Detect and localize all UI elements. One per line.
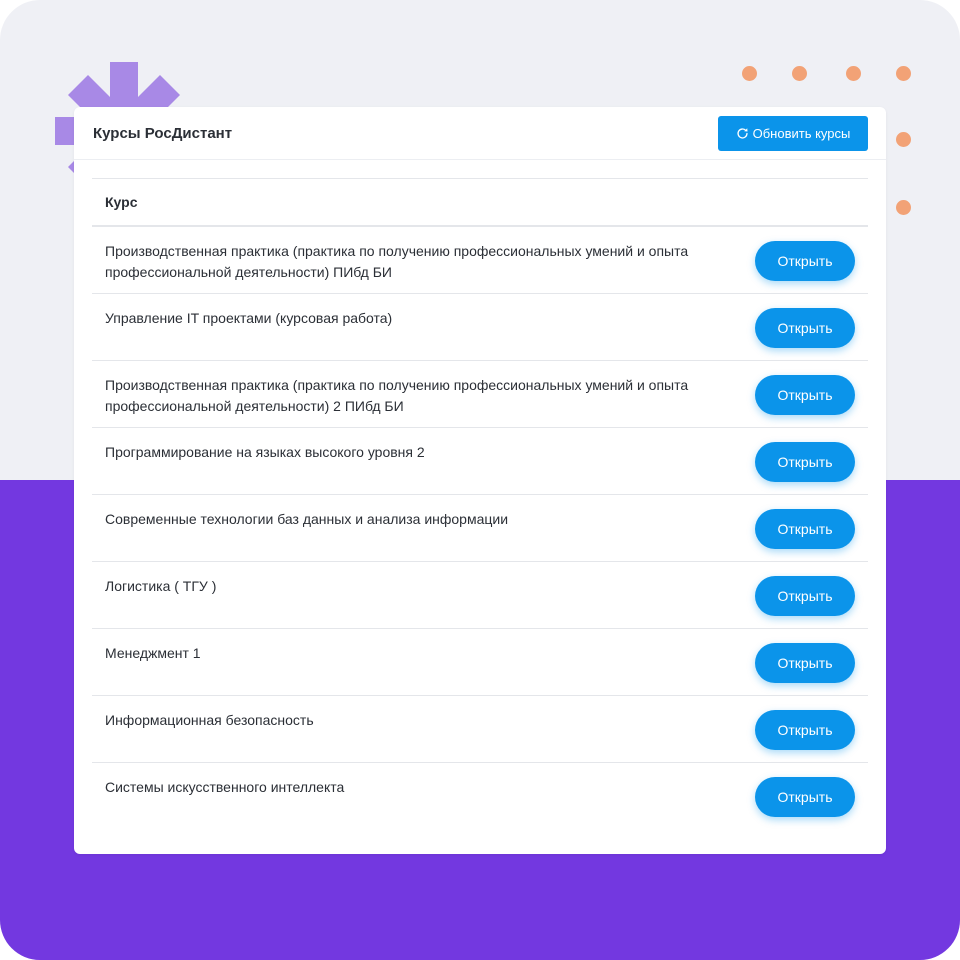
decorative-dot — [896, 132, 911, 147]
table-row: Системы искусственного интеллекта Открыть — [92, 763, 868, 830]
courses-table: Курс Производственная практика (практика… — [92, 178, 868, 830]
page-background: Курсы РосДистант Обновить курсы Курс Про… — [0, 0, 960, 960]
courses-card: Курсы РосДистант Обновить курсы Курс Про… — [74, 107, 886, 854]
open-course-button[interactable]: Открыть — [755, 241, 855, 281]
open-course-button[interactable]: Открыть — [755, 710, 855, 750]
course-name: Менеджмент 1 — [105, 645, 201, 661]
refresh-icon — [737, 127, 748, 139]
course-name: Современные технологии баз данных и анал… — [105, 511, 509, 527]
card-header: Курсы РосДистант Обновить курсы — [74, 107, 886, 160]
open-course-button[interactable]: Открыть — [755, 509, 855, 549]
course-name: Системы искусственного интеллекта — [105, 779, 345, 795]
column-header-course: Курс — [92, 179, 868, 227]
decorative-dot — [896, 200, 911, 215]
table-row: Производственная практика (практика по п… — [92, 361, 868, 428]
decorative-dot — [792, 66, 807, 81]
course-name: Программирование на языках высокого уров… — [105, 444, 425, 460]
open-course-button[interactable]: Открыть — [755, 643, 855, 683]
refresh-courses-label: Обновить курсы — [752, 125, 851, 141]
table-row: Менеджмент 1 Открыть — [92, 629, 868, 696]
open-course-button[interactable]: Открыть — [755, 442, 855, 482]
courses-table-body: Производственная практика (практика по п… — [92, 227, 868, 830]
table-row: Программирование на языках высокого уров… — [92, 428, 868, 495]
course-name: Производственная практика (практика по п… — [105, 377, 689, 414]
open-course-button[interactable]: Открыть — [755, 576, 855, 616]
course-name: Логистика ( ТГУ ) — [105, 578, 217, 594]
decorative-dot — [742, 66, 757, 81]
card-title: Курсы РосДистант — [93, 124, 233, 142]
table-row: Современные технологии баз данных и анал… — [92, 495, 868, 562]
open-course-button[interactable]: Открыть — [755, 777, 855, 817]
open-course-button[interactable]: Открыть — [755, 308, 855, 348]
table-row: Производственная практика (практика по п… — [92, 227, 868, 294]
table-row: Информационная безопасность Открыть — [92, 696, 868, 763]
decorative-dot — [846, 66, 861, 81]
table-row: Управление IT проектами (курсовая работа… — [92, 294, 868, 361]
course-name: Производственная практика (практика по п… — [105, 243, 689, 280]
course-name: Информационная безопасность — [105, 712, 314, 728]
open-course-button[interactable]: Открыть — [755, 375, 855, 415]
refresh-courses-button[interactable]: Обновить курсы — [718, 115, 868, 151]
decorative-dot — [896, 66, 911, 81]
table-row: Логистика ( ТГУ ) Открыть — [92, 562, 868, 629]
course-name: Управление IT проектами (курсовая работа… — [105, 310, 393, 326]
